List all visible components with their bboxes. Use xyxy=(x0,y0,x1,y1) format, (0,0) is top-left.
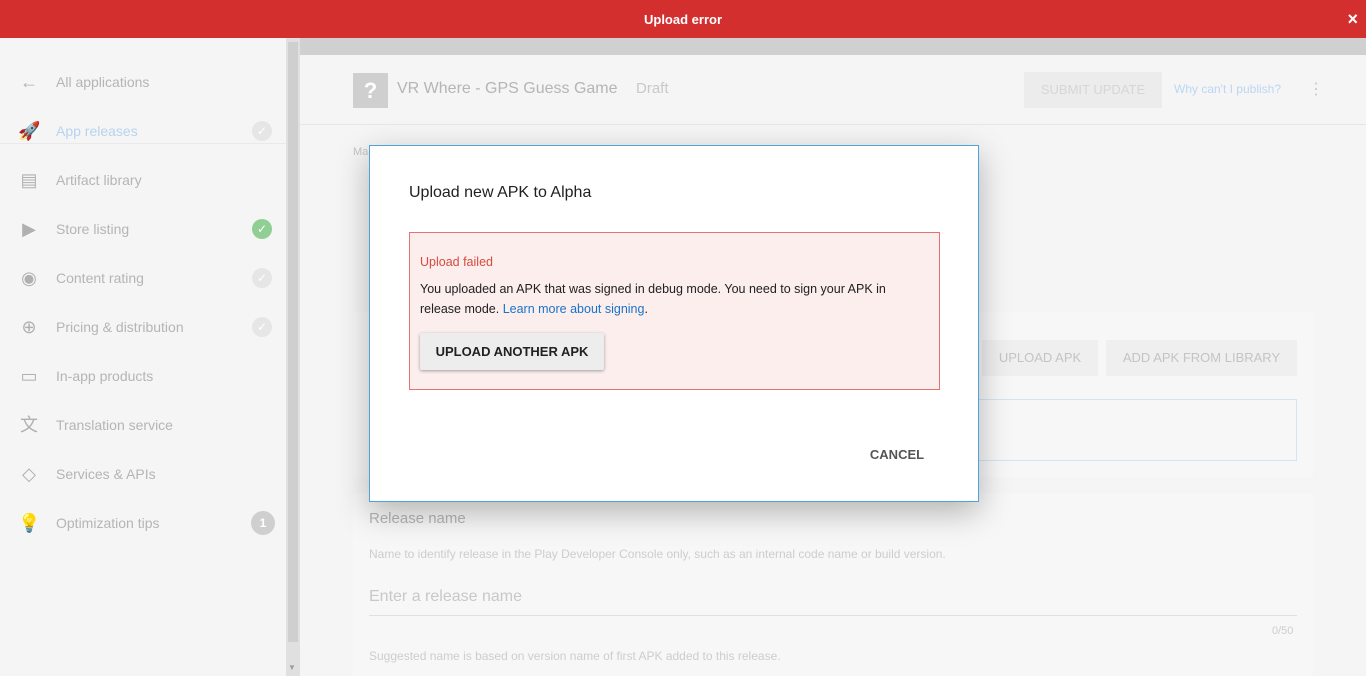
why-cant-publish-link[interactable]: Why can't I publish? xyxy=(1174,82,1281,96)
upload-apk-button[interactable]: UPLOAD APK xyxy=(982,340,1098,376)
release-name-description: Name to identify release in the Play Dev… xyxy=(369,547,946,561)
dialog-title: Upload new APK to Alpha xyxy=(409,184,592,201)
translate-icon: 文 xyxy=(20,414,38,435)
error-box: Upload failed You uploaded an APK that w… xyxy=(409,232,940,390)
sidebar-item-store-listing[interactable]: ▶ Store listing ✓ xyxy=(0,204,286,253)
sidebar-scrollbar[interactable]: ▼ xyxy=(286,38,300,676)
sidebar-item-translation-service[interactable]: 文 Translation service xyxy=(0,400,286,449)
upload-apk-dialog: Upload new APK to Alpha Upload failed Yo… xyxy=(369,145,979,502)
learn-more-signing-link[interactable]: Learn more about signing xyxy=(503,302,645,316)
breadcrumb: Ma xyxy=(353,146,369,158)
scrollbar-thumb[interactable] xyxy=(288,42,298,642)
scroll-down-icon[interactable]: ▼ xyxy=(288,663,296,672)
release-name-suggestion: Suggested name is based on version name … xyxy=(369,649,781,663)
sidebar-item-label: In-app products xyxy=(56,367,154,384)
error-message-period: . xyxy=(644,302,648,316)
check-circle-icon: ✓ xyxy=(252,120,272,141)
top-toolbar xyxy=(300,38,1366,55)
rocket-icon: 🚀 xyxy=(18,120,41,141)
sidebar-item-label: Artifact library xyxy=(56,171,142,188)
sidebar-item-label: All applications xyxy=(56,73,150,90)
store-icon: ▶ xyxy=(22,218,36,239)
release-name-input[interactable]: Enter a release name xyxy=(369,588,1297,616)
error-message-text: You uploaded an APK that was signed in d… xyxy=(420,282,886,316)
more-vert-icon[interactable]: ⋮ xyxy=(1308,79,1324,99)
credit-card-icon: ▭ xyxy=(20,365,38,386)
error-banner-title: Upload error xyxy=(643,11,722,27)
close-icon[interactable]: × xyxy=(1347,9,1358,29)
check-circle-icon: ✓ xyxy=(252,267,272,288)
check-circle-icon: ✓ xyxy=(252,218,272,239)
sidebar-item-label: Translation service xyxy=(56,416,173,433)
add-apk-from-library-button[interactable]: ADD APK FROM LIBRARY xyxy=(1106,340,1297,376)
globe-icon: ⊕ xyxy=(21,316,37,337)
lightbulb-icon: 💡 xyxy=(18,512,41,533)
sidebar-item-label: Services & APIs xyxy=(56,465,156,482)
apk-drop-area[interactable] xyxy=(978,399,1297,461)
sidebar-item-artifact-library[interactable]: ▤ Artifact library xyxy=(0,155,286,204)
sidebar-item-label: Optimization tips xyxy=(56,514,160,531)
sidebar-item-in-app-products[interactable]: ▭ In-app products xyxy=(0,351,286,400)
submit-update-button[interactable]: SUBMIT UPDATE xyxy=(1024,72,1162,108)
error-message: You uploaded an APK that was signed in d… xyxy=(420,279,925,319)
release-name-title: Release name xyxy=(369,510,466,527)
app-icon: ? xyxy=(353,73,388,108)
sidebar-item-pricing-distribution[interactable]: ⊕ Pricing & distribution ✓ xyxy=(0,302,286,351)
rating-icon: ◉ xyxy=(21,267,37,288)
count-badge: 1 xyxy=(251,510,275,535)
error-title: Upload failed xyxy=(420,255,493,269)
sidebar-item-all-applications[interactable]: ← All applications xyxy=(0,57,286,106)
sidebar-item-label: Store listing xyxy=(56,220,130,237)
error-banner: Upload error × xyxy=(0,0,1366,38)
api-icon: ◇ xyxy=(22,463,36,484)
check-circle-icon: ✓ xyxy=(252,316,272,337)
sidebar-item-app-releases[interactable]: 🚀 App releases ✓ xyxy=(0,106,286,155)
sidebar-item-optimization-tips[interactable]: 💡 Optimization tips 1 xyxy=(0,498,286,547)
cancel-button[interactable]: CANCEL xyxy=(855,440,939,470)
app-name: VR Where - GPS Guess Game xyxy=(397,80,618,97)
arrow-back-icon: ← xyxy=(20,71,38,92)
character-counter: 0/50 xyxy=(1272,625,1294,637)
app-status: Draft xyxy=(636,80,669,97)
sidebar-item-services-apis[interactable]: ◇ Services & APIs xyxy=(0,449,286,498)
sidebar-item-label: App releases xyxy=(56,122,138,139)
sidebar-item-label: Pricing & distribution xyxy=(56,318,184,335)
sidebar: ← All applications 🚀 App releases ✓ ▤ Ar… xyxy=(0,38,286,676)
library-icon: ▤ xyxy=(20,169,38,190)
upload-another-apk-button[interactable]: UPLOAD ANOTHER APK xyxy=(420,333,604,370)
app-header: ? VR Where - GPS Guess Game Draft SUBMIT… xyxy=(300,55,1366,125)
sidebar-item-content-rating[interactable]: ◉ Content rating ✓ xyxy=(0,253,286,302)
sidebar-item-label: Content rating xyxy=(56,269,144,286)
